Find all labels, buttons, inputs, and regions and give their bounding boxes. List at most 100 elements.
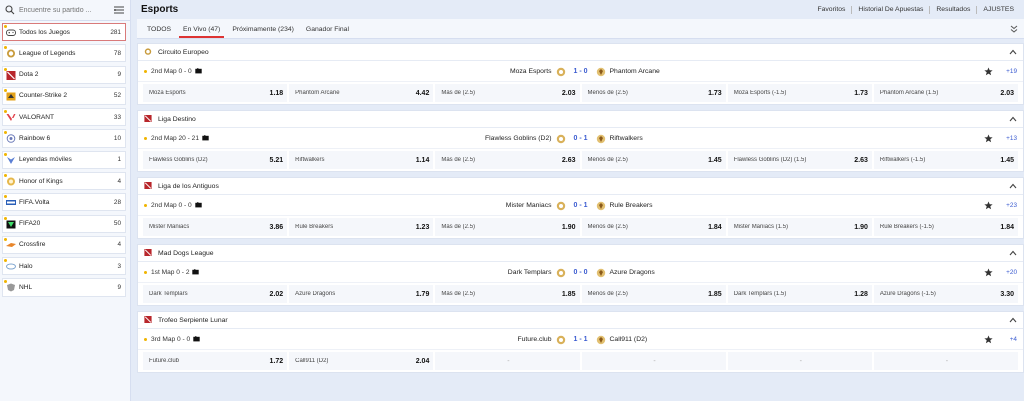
chevron-up-icon[interactable] <box>1009 183 1017 189</box>
double-chevron-down-icon[interactable] <box>1010 25 1018 33</box>
odds-button[interactable]: Dark Templars (1.5) 1.28 <box>727 285 872 303</box>
star-icon[interactable] <box>984 200 993 210</box>
odds-button[interactable]: Mister Maniacs 3.86 <box>143 218 288 236</box>
league-header[interactable]: Trofeo Serpiente Lunar <box>138 312 1023 329</box>
sidebar-item-count: 4 <box>117 177 121 185</box>
star-icon[interactable] <box>984 66 993 76</box>
tab-all[interactable]: TODOS <box>141 26 177 38</box>
tab-upcoming[interactable]: Próximamente (234) <box>226 26 300 38</box>
odds-button[interactable]: Menos de (2.5) 1.73 <box>581 84 726 102</box>
odds-button[interactable]: Más de (2.5) 2.03 <box>435 84 580 102</box>
league-header[interactable]: Liga de los Antiguos <box>138 178 1023 195</box>
more-markets-link[interactable]: +20 <box>1003 269 1017 276</box>
more-markets-link[interactable]: +23 <box>1003 202 1017 209</box>
league-name: Liga Destino <box>158 115 196 123</box>
lol-icon <box>144 48 152 56</box>
star-icon[interactable] <box>984 133 993 143</box>
sidebar-item-label: League of Legends <box>19 49 76 57</box>
star-icon[interactable] <box>984 334 993 344</box>
odds-button[interactable]: Más de (2.5) 2.63 <box>435 151 580 169</box>
filter-icon[interactable] <box>113 5 125 15</box>
league-header[interactable]: Liga Destino <box>138 111 1023 128</box>
odds-button[interactable]: Flawless Goblins (D2) (1.5) 2.63 <box>727 151 872 169</box>
favorites-link[interactable]: Favoritos <box>811 6 851 13</box>
odds-value: 1.85 <box>708 290 722 298</box>
sidebar-item-crossfire[interactable]: Crossfire 4 <box>2 235 126 254</box>
sidebar-item-halo[interactable]: Halo 3 <box>2 257 126 276</box>
odds-button[interactable]: Rule Breakers 1.23 <box>289 218 434 236</box>
sidebar-item-count: 28 <box>113 198 121 206</box>
league-name: Circuito Europeo <box>158 48 209 56</box>
sidebar-item-count: 9 <box>117 71 121 79</box>
odds-label: Flawless Goblins (D2) (1.5) <box>733 157 807 163</box>
league-header[interactable]: Circuito Europeo <box>138 44 1023 61</box>
odds-button[interactable]: Phantom Arcane 4.42 <box>289 84 434 102</box>
sidebar-item-mobile-legends[interactable]: Leyendas móviles 1 <box>2 150 126 169</box>
star-icon[interactable] <box>984 267 993 277</box>
sidebar-item-count: 78 <box>113 49 121 57</box>
odds-button[interactable]: Dark Templars 2.02 <box>143 285 288 303</box>
match-teams: Mister Maniacs 0 - 1 Rule Breakers <box>138 195 1023 216</box>
odds-button[interactable]: Más de (2.5) 1.85 <box>435 285 580 303</box>
odds-button[interactable]: Menos de (2.5) 1.84 <box>581 218 726 236</box>
chevron-up-icon[interactable] <box>1009 116 1017 122</box>
odds-button[interactable]: Call911 (D2) 2.04 <box>289 352 434 370</box>
chevron-up-icon[interactable] <box>1009 49 1017 55</box>
odds-button[interactable]: Moza Esports 1.18 <box>143 84 288 102</box>
sidebar-item-valorant[interactable]: VALORANT 33 <box>2 108 126 127</box>
sidebar-item-nhl[interactable]: NHL 9 <box>2 278 126 297</box>
chevron-up-icon[interactable] <box>1009 317 1017 323</box>
sidebar-item-cs2[interactable]: Counter-Strike 2 52 <box>2 86 126 106</box>
live-stream-icon[interactable] <box>192 269 200 275</box>
tab-outright[interactable]: Ganador Final <box>300 26 355 38</box>
sidebar-item-lol[interactable]: League of Legends 78 <box>2 44 126 63</box>
settings-link[interactable]: AJUSTES <box>977 6 1020 13</box>
odds-button[interactable]: Moza Esports (-1.5) 1.73 <box>727 84 872 102</box>
more-markets-link[interactable]: +13 <box>1003 135 1017 142</box>
odds-value: 2.02 <box>269 290 284 298</box>
odds-button[interactable]: Azure Dragons (-1.5) 3.30 <box>873 285 1019 303</box>
odds-button[interactable]: Flawless Goblins (D2) 5.21 <box>143 151 288 169</box>
sidebar-item-dota2[interactable]: Dota 2 9 <box>2 65 126 84</box>
odds-label: Phantom Arcane (1.5) <box>879 90 939 96</box>
match-row[interactable]: 2nd Map 20 - 21 Flawless Goblins (D2) 0 - … <box>138 128 1023 149</box>
odds-button[interactable]: Riftwalkers 1.14 <box>289 151 434 169</box>
more-markets-link[interactable]: +4 <box>1003 336 1017 343</box>
odds-button[interactable]: Azure Dragons 1.79 <box>289 285 434 303</box>
live-stream-icon[interactable] <box>202 135 209 141</box>
match-row[interactable]: 3rd Map 0 - 0 Future.club 1 - 1 Call911 (D2… <box>138 329 1023 350</box>
tab-live[interactable]: En Vivo (47) <box>177 26 226 38</box>
sidebar-item-label: Todos los Juegos <box>19 28 70 36</box>
match-row[interactable]: 1st Map 0 - 2 Dark Templars 0 - 0 Azure Dra… <box>138 262 1023 283</box>
sidebar-item-rainbow6[interactable]: Rainbow 6 10 <box>2 129 126 148</box>
sidebar-item-label: NHL <box>19 283 33 291</box>
sidebar-item-honor-of-kings[interactable]: Honor of Kings 4 <box>2 171 126 191</box>
odds-button[interactable]: Mister Maniacs (1.5) 1.90 <box>727 218 872 236</box>
odds-button[interactable]: Future.club 1.72 <box>143 352 288 370</box>
bet-history-link[interactable]: Historial De Apuestas <box>852 6 929 13</box>
sidebar-item-gamepad[interactable]: Todos los Juegos 281 <box>2 23 126 42</box>
odds-value: 5.21 <box>269 156 284 164</box>
search-input[interactable] <box>19 6 105 14</box>
odds-button[interactable]: Phantom Arcane (1.5) 2.03 <box>873 84 1019 102</box>
live-indicator <box>144 270 147 274</box>
match-row[interactable]: 2nd Map 0 - 0 Mister Maniacs 0 - 1 Rule Bre… <box>138 195 1023 216</box>
chevron-up-icon[interactable] <box>1009 250 1017 256</box>
odds-button[interactable]: Rule Breakers (-1.5) 1.84 <box>873 218 1019 236</box>
more-markets-link[interactable]: +19 <box>1003 68 1017 75</box>
live-stream-icon[interactable] <box>193 336 200 342</box>
sidebar-item-fifa-volta[interactable]: FIFA.Volta 28 <box>2 193 126 212</box>
match-row[interactable]: 2nd Map 0 - 0 Moza Esports 1 - 0 Phantom Ar… <box>138 61 1023 82</box>
mobile-legends-icon <box>6 156 16 165</box>
odds-button[interactable]: Menos de (2.5) 1.45 <box>581 151 726 169</box>
sidebar-item-fifa20[interactable]: FIFA20 50 <box>2 214 126 233</box>
live-stream-icon[interactable] <box>194 68 202 74</box>
odds-button[interactable]: Más de (2.5) 1.90 <box>435 218 580 236</box>
odds-button[interactable]: Menos de (2.5) 1.85 <box>581 285 726 303</box>
results-link[interactable]: Resultados <box>930 6 976 13</box>
live-stream-icon[interactable] <box>194 202 202 208</box>
odds-button[interactable]: Riftwalkers (-1.5) 1.45 <box>873 151 1019 169</box>
odds-value: 1.84 <box>708 223 722 231</box>
league-header[interactable]: Mad Dogs League <box>138 245 1023 262</box>
odds-label: Moza Esports <box>149 90 186 96</box>
